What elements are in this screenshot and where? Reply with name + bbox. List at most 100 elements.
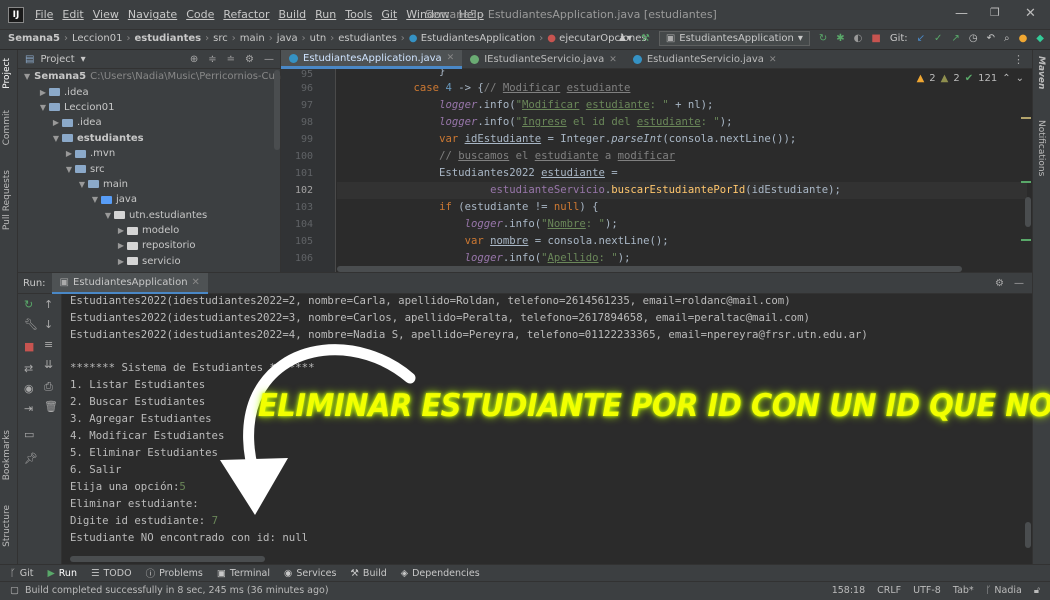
hammer-build-icon[interactable]: ⚒	[641, 33, 650, 44]
build-tool-tab[interactable]: ⚒ Build	[350, 568, 386, 579]
bookmarks-tool-tab[interactable]: Bookmarks	[2, 430, 12, 480]
tree-node[interactable]: ▼ Leccion01	[18, 100, 280, 115]
git-push-icon[interactable]: ↗	[951, 33, 959, 44]
layout-icon[interactable]: ▭	[24, 428, 34, 441]
update-icon[interactable]: ●	[1019, 33, 1028, 44]
search-icon[interactable]: ⌕	[1004, 33, 1010, 44]
more-tabs-icon[interactable]: ⋮	[1013, 53, 1024, 66]
crumb-project[interactable]: Semana5	[8, 33, 60, 44]
menu-run[interactable]: Run	[315, 8, 336, 21]
exit-icon[interactable]: ⇥	[24, 402, 33, 415]
chevron-right-icon[interactable]: ▶	[37, 88, 49, 97]
chevron-down-icon[interactable]: ▼	[89, 195, 101, 204]
console-scrollbar[interactable]	[1025, 522, 1031, 548]
hide-panel-icon[interactable]: —	[264, 54, 274, 65]
tree-node[interactable]: ▶ modelo	[18, 223, 280, 238]
services-tool-tab[interactable]: ◉ Services	[284, 568, 336, 579]
chevron-up-icon[interactable]: ⌃	[1002, 73, 1010, 84]
chevron-right-icon[interactable]: ▶	[50, 118, 62, 127]
tree-node[interactable]: ▶ .idea	[18, 115, 280, 130]
chevron-down-icon[interactable]: ▾	[81, 54, 86, 65]
scroll-up-icon[interactable]: ↑	[44, 298, 53, 311]
wrench-icon[interactable]: 🔧︎	[24, 318, 38, 331]
tab-estudiantes-application[interactable]: EstudiantesApplication.java ✕	[281, 50, 463, 69]
menu-view[interactable]: View	[93, 8, 119, 21]
tree-node[interactable]: ▶ .idea	[18, 84, 280, 99]
settings-gear-icon[interactable]: ⚙	[245, 54, 254, 65]
scroll-to-end-icon[interactable]: ⇊	[44, 358, 53, 371]
tree-node[interactable]: ▶ .mvn	[18, 146, 280, 161]
rerun-icon[interactable]: ↻	[819, 33, 827, 44]
crumb-java[interactable]: java	[277, 33, 298, 44]
line-separator[interactable]: CRLF	[877, 585, 901, 596]
tab-estudiante-servicio[interactable]: EstudianteServicio.java ✕	[625, 50, 785, 69]
pull-requests-tool-tab[interactable]: Pull Requests	[2, 170, 12, 230]
history-icon[interactable]: ◷	[969, 33, 978, 44]
lock-icon[interactable]: 🔓︎	[1034, 585, 1040, 596]
stop-icon[interactable]: ■	[24, 340, 34, 353]
close-tab-icon[interactable]: ✕	[769, 55, 777, 65]
code-content[interactable]: } case 4 -> {// Modificar estudiante log…	[337, 69, 1027, 272]
chevron-down-icon[interactable]: ▼	[24, 72, 30, 81]
minimize-icon[interactable]: —	[955, 6, 968, 21]
camera-icon[interactable]: ◉	[24, 382, 34, 395]
crumb-module[interactable]: Leccion01	[72, 33, 123, 44]
settings-gear-icon[interactable]: ⚙	[995, 278, 1004, 289]
code-editor[interactable]: 95 96 97 98 99 100 101 102 103 104 105 1…	[281, 69, 1032, 272]
project-scrollbar[interactable]	[274, 70, 280, 150]
menu-git[interactable]: Git	[381, 8, 397, 21]
notifications-tool-tab[interactable]: Notifications	[1036, 120, 1046, 176]
debug-icon[interactable]: ✱	[836, 33, 844, 44]
menu-navigate[interactable]: Navigate	[128, 8, 177, 21]
maximize-icon[interactable]: ❐	[990, 6, 1000, 19]
soft-wrap-icon[interactable]: ≡	[44, 338, 53, 351]
chevron-right-icon[interactable]: ▶	[115, 241, 127, 250]
crumb-class[interactable]: ● EstudiantesApplication	[409, 33, 535, 44]
menu-refactor[interactable]: Refactor	[223, 8, 269, 21]
chevron-down-icon[interactable]: ▼	[76, 180, 88, 189]
restore-layout-icon[interactable]: ⇄	[24, 362, 33, 375]
status-message[interactable]: ▢ Build completed successfully in 8 sec,…	[10, 585, 329, 596]
menu-code[interactable]: Code	[186, 8, 214, 21]
menu-tools[interactable]: Tools	[345, 8, 372, 21]
dependencies-tool-tab[interactable]: ◈ Dependencies	[401, 568, 480, 579]
coverage-icon[interactable]: ◐	[854, 33, 863, 44]
chevron-down-icon[interactable]: ▼	[37, 103, 49, 112]
close-icon[interactable]: ✕	[1025, 6, 1036, 21]
git-update-icon[interactable]: ↙	[917, 33, 925, 44]
chevron-down-icon[interactable]: ⌄	[1016, 73, 1024, 84]
collapse-all-icon[interactable]: ≐	[227, 54, 235, 65]
print-icon[interactable]: ⎙	[44, 380, 53, 394]
maven-tool-tab[interactable]: Maven	[1036, 56, 1046, 89]
tree-node[interactable]: ▼ Semana5 C:\Users\Nadia\Music\Perricornio…	[18, 69, 311, 84]
expand-all-icon[interactable]: ≑	[208, 54, 216, 65]
indent-setting[interactable]: Tab*	[953, 585, 974, 596]
tab-iestudiante-servicio[interactable]: IEstudianteServicio.java ✕	[462, 50, 625, 69]
trash-icon[interactable]: 🗑︎	[44, 400, 58, 413]
close-tab-icon[interactable]: ✕	[192, 277, 200, 288]
close-tab-icon[interactable]: ✕	[609, 55, 617, 65]
editor-scrollbar[interactable]	[1025, 197, 1031, 227]
menu-edit[interactable]: Edit	[62, 8, 83, 21]
hide-panel-icon[interactable]: —	[1014, 278, 1024, 289]
chevron-right-icon[interactable]: ▶	[115, 257, 127, 266]
chevron-right-icon[interactable]: ▶	[63, 149, 75, 158]
caret-position[interactable]: 158:18	[832, 585, 865, 596]
stop-icon[interactable]: ■	[871, 33, 880, 44]
git-user[interactable]: ᚴ Nadia	[986, 585, 1022, 596]
crumb-main[interactable]: main	[240, 33, 265, 44]
undo-icon[interactable]: ↶	[987, 33, 995, 44]
terminal-tool-tab[interactable]: ▣ Terminal	[217, 568, 270, 579]
inspection-widget[interactable]: ▲ 2 ▲ 2 ✔ 121 ⌃ ⌄	[917, 73, 1024, 84]
close-tab-icon[interactable]: ✕	[447, 53, 455, 63]
commit-tool-tab[interactable]: Commit	[2, 110, 12, 145]
tree-node[interactable]: ▶ repositorio	[18, 238, 280, 253]
run-tool-tab[interactable]: ▶ Run	[47, 568, 77, 579]
project-panel-title[interactable]: Project	[40, 54, 74, 65]
todo-tool-tab[interactable]: ☰ TODO	[91, 568, 132, 579]
tree-node[interactable]: ▼ java	[18, 192, 280, 207]
git-commit-icon[interactable]: ✓	[934, 33, 942, 44]
tree-node[interactable]: ▼ utn.estudiantes	[18, 208, 280, 223]
pin-icon[interactable]: 📌︎	[24, 452, 38, 465]
chevron-right-icon[interactable]: ▶	[115, 226, 127, 235]
